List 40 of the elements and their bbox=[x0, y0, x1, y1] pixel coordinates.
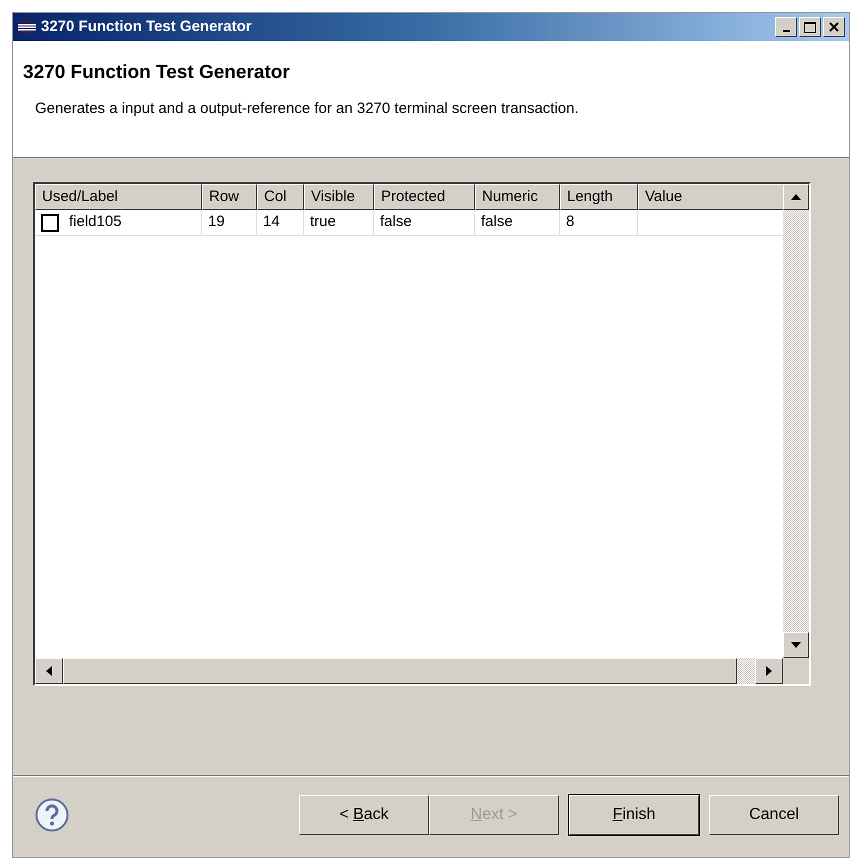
left-arrow-icon bbox=[46, 666, 52, 676]
scroll-right-button[interactable] bbox=[755, 658, 783, 684]
page-description: Generates a input and a output-reference for an 3270 terminal screen transaction. bbox=[35, 98, 580, 118]
close-button[interactable] bbox=[823, 17, 845, 37]
column-header[interactable]: Col bbox=[257, 184, 304, 210]
column-header[interactable]: Value bbox=[638, 184, 783, 210]
wizard-button[interactable]: Cancel bbox=[709, 795, 839, 835]
wizard-button[interactable]: < Back bbox=[299, 795, 429, 835]
scroll-up-button[interactable] bbox=[783, 184, 809, 210]
help-icon[interactable] bbox=[35, 798, 69, 832]
down-arrow-icon bbox=[791, 642, 801, 648]
maximize-button[interactable] bbox=[799, 17, 821, 37]
maximize-icon bbox=[804, 22, 816, 32]
column-header[interactable]: Visible bbox=[304, 184, 374, 210]
column-header[interactable]: Protected bbox=[374, 184, 475, 210]
table-cell-text: field105 bbox=[69, 212, 122, 232]
minimize-icon bbox=[782, 30, 790, 32]
column-header[interactable]: Used/Label bbox=[35, 184, 202, 210]
row-checkbox[interactable] bbox=[41, 214, 59, 232]
close-icon bbox=[829, 22, 839, 32]
column-header[interactable]: Length bbox=[560, 184, 638, 210]
vertical-scrollbar[interactable] bbox=[783, 184, 809, 658]
table-cell-text: false bbox=[380, 212, 412, 232]
minimize-button[interactable] bbox=[775, 17, 797, 37]
scroll-down-button[interactable] bbox=[783, 632, 809, 658]
window-title: 3270 Function Test Generator bbox=[41, 16, 252, 37]
scroll-left-button[interactable] bbox=[35, 658, 63, 684]
table-cell-text: 19 bbox=[208, 212, 225, 232]
column-header[interactable]: Numeric bbox=[475, 184, 560, 210]
table-cell-text: 8 bbox=[566, 212, 574, 232]
right-arrow-icon bbox=[766, 666, 772, 676]
table-cell-text: false bbox=[481, 212, 513, 232]
table-cell-text: true bbox=[310, 212, 336, 232]
wizard-button[interactable]: Finish bbox=[569, 795, 699, 835]
column-header[interactable]: Row bbox=[202, 184, 257, 210]
app-logo-icon bbox=[17, 19, 37, 35]
table-cell-text: 14 bbox=[263, 212, 280, 232]
scrollbar-corner bbox=[783, 658, 809, 684]
page-title: 3270 Function Test Generator bbox=[23, 61, 291, 85]
up-arrow-icon bbox=[791, 194, 801, 200]
